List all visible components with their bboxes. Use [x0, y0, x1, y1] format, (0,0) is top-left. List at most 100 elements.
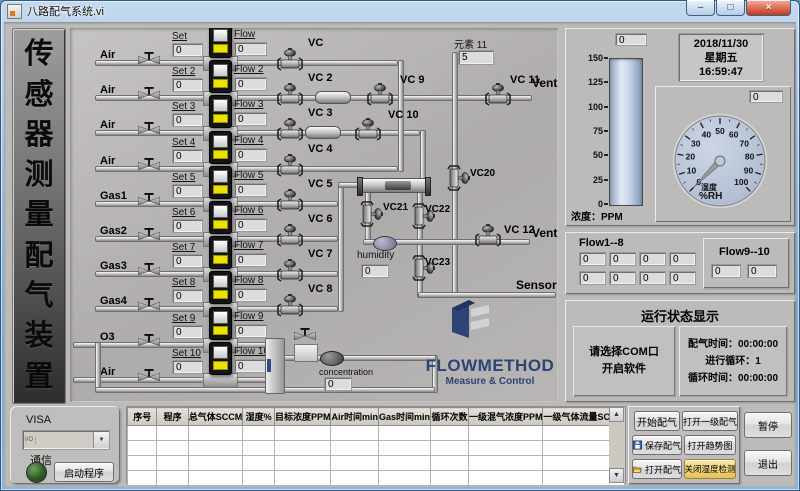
table-header-cell[interactable]: Air时间min [331, 408, 379, 426]
table-header-cell[interactable]: 序号 [128, 408, 157, 426]
table-cell[interactable] [431, 441, 469, 456]
table-cell[interactable] [468, 441, 543, 456]
table-cell[interactable] [157, 426, 188, 441]
table-cell[interactable] [188, 426, 243, 441]
vc20-valve-icon[interactable] [448, 164, 470, 192]
table-cell[interactable] [188, 441, 243, 456]
manual-valve-icon[interactable] [134, 369, 164, 385]
manual-valve-icon[interactable] [134, 52, 164, 68]
concentration-valve-icon[interactable] [290, 328, 320, 344]
table-cell[interactable] [379, 456, 431, 471]
vc-valve-icon[interactable] [276, 48, 304, 70]
vc-valve-icon[interactable] [276, 224, 304, 246]
set-input[interactable]: 0 [172, 184, 203, 198]
vc11-valve-icon[interactable] [484, 83, 512, 105]
table-cell[interactable] [243, 441, 275, 456]
table-header-cell[interactable]: 湿度% [243, 408, 275, 426]
table-header-cell[interactable]: 总气体SCCM [188, 408, 243, 426]
table-cell[interactable] [157, 441, 188, 456]
manual-valve-icon[interactable] [134, 193, 164, 209]
scroll-up-icon[interactable]: ▲ [609, 407, 624, 422]
set-input[interactable]: 0 [172, 219, 203, 233]
set-input[interactable]: 0 [172, 43, 203, 57]
table-cell[interactable] [431, 456, 469, 471]
vc-valve-icon[interactable] [276, 189, 304, 211]
table-header-cell[interactable]: 循环次数 [431, 408, 469, 426]
table-cell[interactable] [379, 426, 431, 441]
open-gas-button[interactable]: 打开配气 [632, 459, 682, 479]
table-cell[interactable] [379, 441, 431, 456]
scroll-down-icon[interactable]: ▼ [609, 468, 624, 483]
table-cell[interactable] [331, 441, 379, 456]
table-cell[interactable] [274, 426, 331, 441]
vc10-valve-icon[interactable] [354, 118, 382, 140]
manual-valve-icon[interactable] [134, 228, 164, 244]
table-cell[interactable] [128, 441, 157, 456]
vc21-valve-icon[interactable] [361, 200, 383, 228]
table-cell[interactable] [274, 441, 331, 456]
table-cell[interactable] [243, 426, 275, 441]
humidity-gauge-dial[interactable]: 0102030405060708090100 [657, 102, 789, 220]
table-cell[interactable] [157, 471, 188, 486]
table-cell[interactable] [128, 456, 157, 471]
vc-valve-icon[interactable] [276, 294, 304, 316]
set-input[interactable]: 0 [172, 360, 203, 374]
table-cell[interactable] [128, 471, 157, 486]
table-scrollbar[interactable]: ▲ ▼ [609, 407, 625, 483]
table-cell[interactable] [274, 471, 331, 486]
vc9-valve-icon[interactable] [366, 83, 394, 105]
vc12-valve-icon[interactable] [474, 224, 502, 246]
table-cell[interactable] [331, 471, 379, 486]
start-program-button[interactable]: 启动程序 [54, 462, 114, 482]
table-cell[interactable] [188, 456, 243, 471]
table-cell[interactable] [431, 471, 469, 486]
set-input[interactable]: 0 [172, 325, 203, 339]
pause-button[interactable]: 暂停 [744, 412, 792, 438]
table-cell[interactable] [431, 426, 469, 441]
open-primary-gas-button[interactable]: 打开一级配气 [682, 411, 738, 431]
table-cell[interactable] [468, 471, 543, 486]
combo-dropdown-icon[interactable]: ▼ [93, 432, 109, 448]
table-cell[interactable] [274, 456, 331, 471]
table-cell[interactable] [128, 426, 157, 441]
table-cell[interactable] [468, 426, 543, 441]
element11-input[interactable]: 5 [458, 50, 494, 65]
set-input[interactable]: 0 [172, 113, 203, 127]
set-input[interactable]: 0 [172, 149, 203, 163]
table-header-cell[interactable]: 目标浓度PPM [274, 408, 331, 426]
manual-valve-icon[interactable] [134, 334, 164, 350]
table-cell[interactable] [468, 456, 543, 471]
table-cell[interactable] [379, 471, 431, 486]
set-input[interactable]: 0 [172, 254, 203, 268]
exit-button[interactable]: 退出 [744, 450, 792, 476]
table-cell[interactable] [188, 471, 243, 486]
table-header-cell[interactable]: Gas时间min [379, 408, 431, 426]
set-input[interactable]: 0 [172, 289, 203, 303]
title-bar[interactable]: 八路配气系统.vi [0, 0, 800, 22]
program-table[interactable]: 序号程序总气体SCCM湿度%目标浓度PPMAir时间minGas时间min循环次… [126, 406, 626, 484]
close-humidity-button[interactable]: 关闭湿度检测 [684, 459, 736, 479]
table-cell[interactable] [243, 456, 275, 471]
manual-valve-icon[interactable] [134, 298, 164, 314]
visa-resource-combo[interactable]: I/O ▼ [22, 430, 110, 450]
open-trend-button[interactable]: 打开趋势图 [684, 435, 736, 455]
manual-valve-icon[interactable] [134, 122, 164, 138]
set-input[interactable]: 0 [172, 78, 203, 92]
manual-valve-icon[interactable] [134, 158, 164, 174]
manual-valve-icon[interactable] [134, 263, 164, 279]
vc-valve-icon[interactable] [276, 118, 304, 140]
table-cell[interactable] [331, 426, 379, 441]
table-cell[interactable] [331, 456, 379, 471]
start-gas-button[interactable]: 开始配气 [634, 411, 680, 431]
table-header-cell[interactable]: 一级混气浓度PPM [468, 408, 543, 426]
table-cell[interactable] [157, 456, 188, 471]
table-cell[interactable] [243, 471, 275, 486]
manual-valve-icon[interactable] [134, 87, 164, 103]
maximize-button[interactable]: □ [716, 0, 745, 16]
close-button[interactable]: × [746, 0, 791, 16]
save-gas-button[interactable]: 保存配气 [632, 435, 682, 455]
vc-valve-icon[interactable] [276, 154, 304, 176]
vc-valve-icon[interactable] [276, 83, 304, 105]
table-header-cell[interactable]: 程序 [157, 408, 188, 426]
vc-valve-icon[interactable] [276, 259, 304, 281]
